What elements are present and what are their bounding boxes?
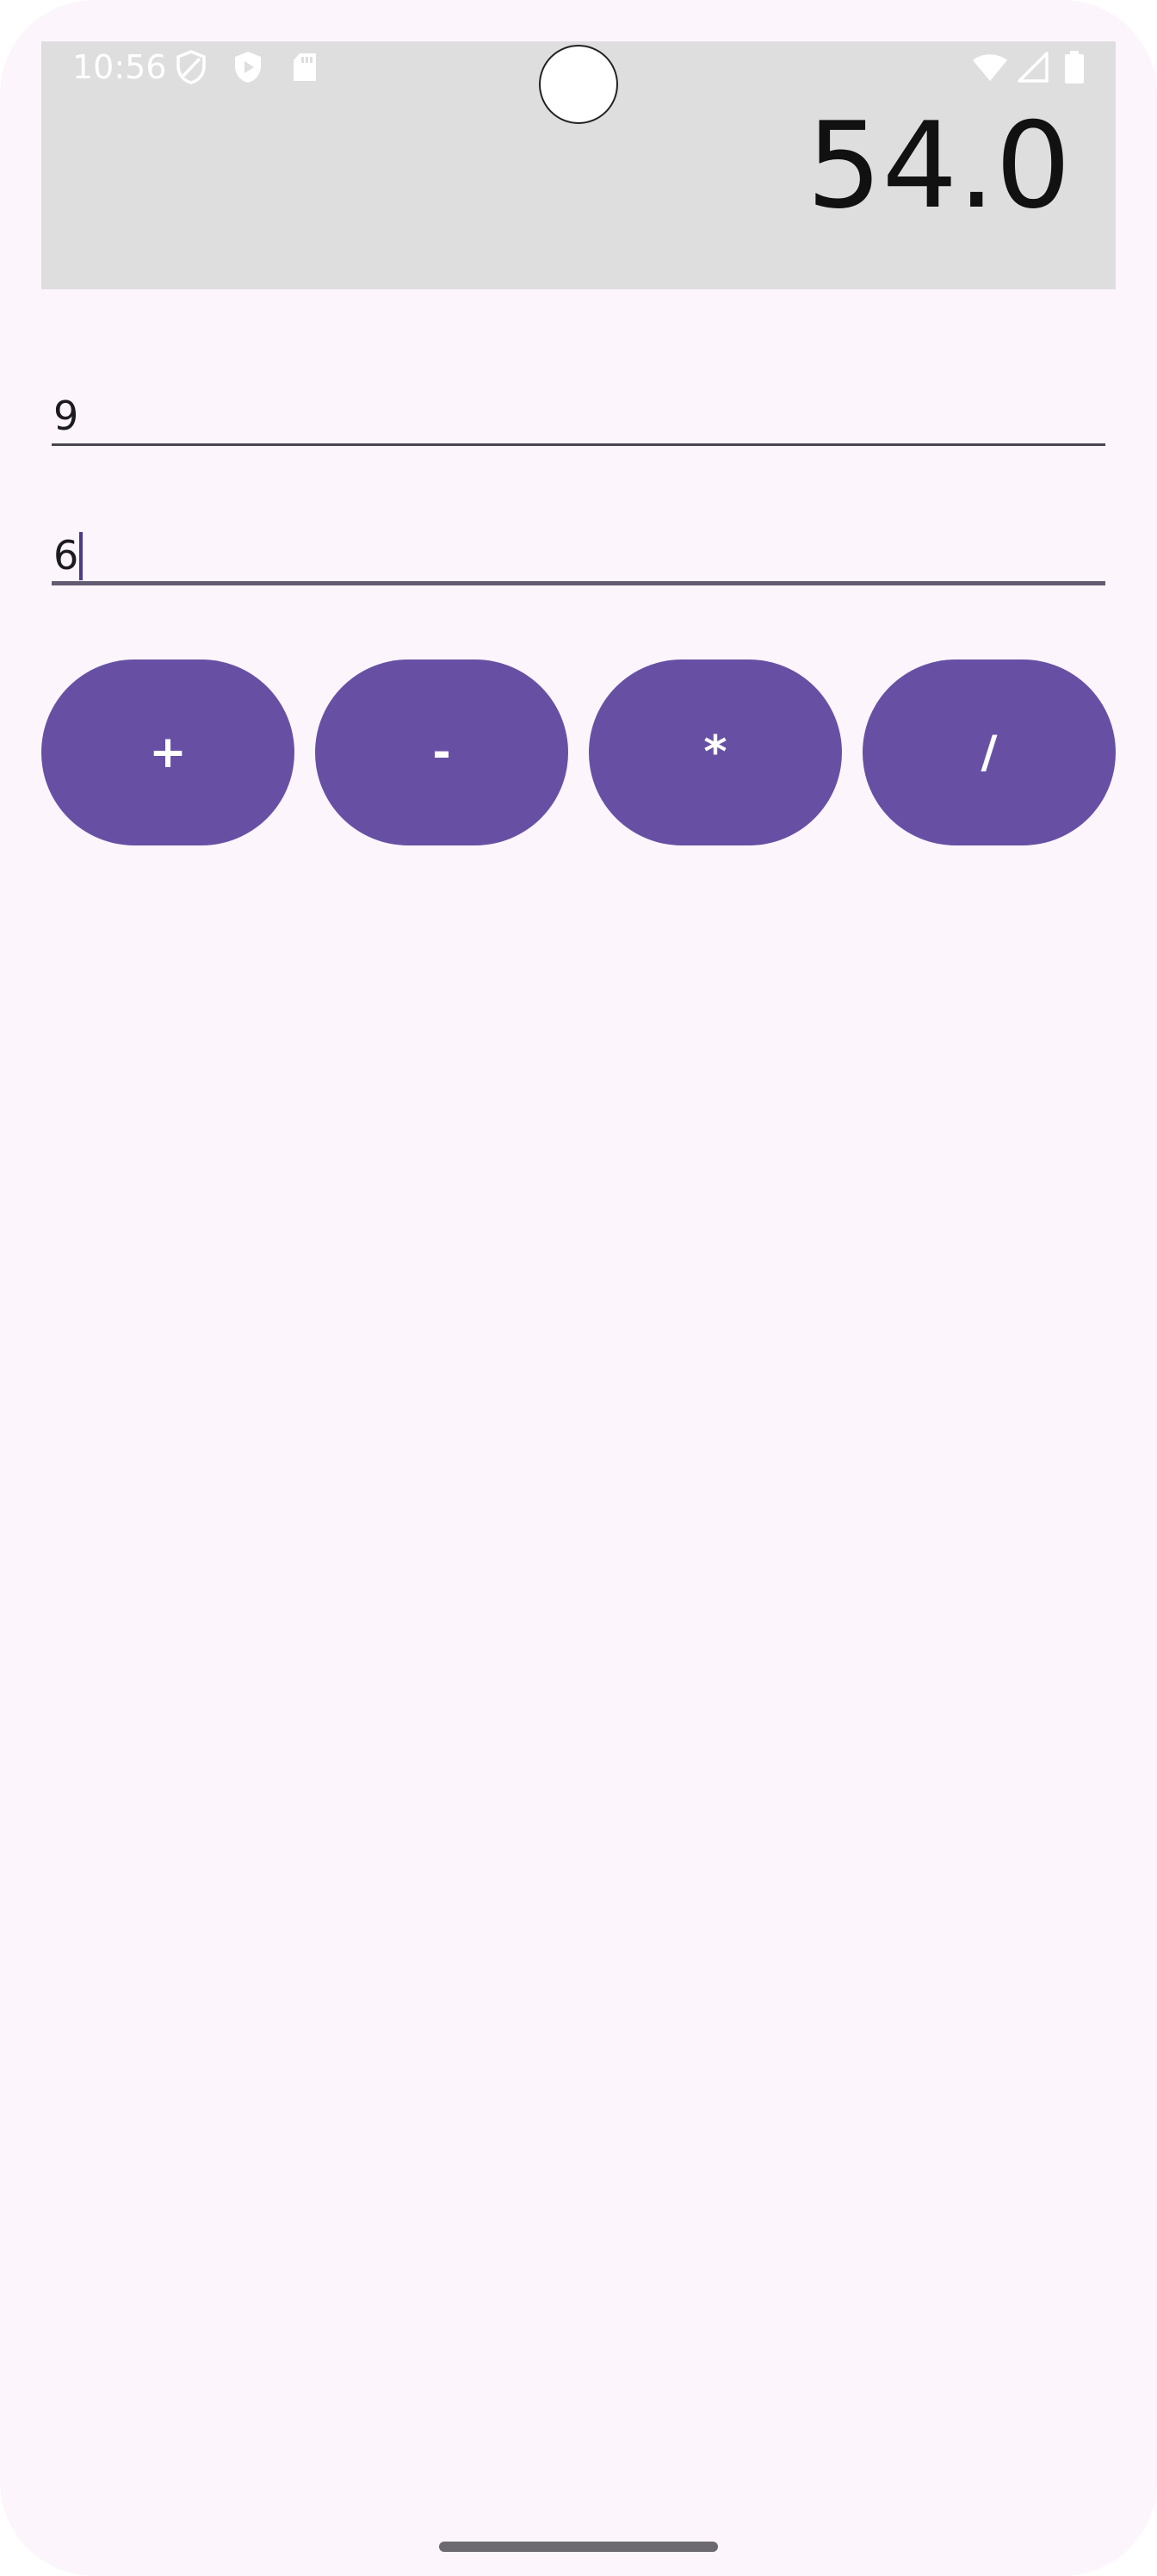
- status-time: 10:56: [72, 48, 167, 86]
- first-number-field[interactable]: 9: [52, 386, 1105, 446]
- battery-icon: [1062, 50, 1086, 84]
- wifi-icon: [971, 50, 1009, 84]
- result-display: 54.0: [806, 96, 1071, 235]
- gesture-home-bar[interactable]: [439, 2542, 718, 2552]
- text-cursor: [79, 532, 83, 580]
- play-protect-icon: [232, 50, 263, 84]
- second-number-underline: [52, 581, 1105, 585]
- multiply-button[interactable]: *: [589, 659, 842, 845]
- first-number-value: 9: [53, 393, 79, 439]
- first-number-underline: [52, 443, 1105, 446]
- second-number-value: 6: [53, 532, 79, 579]
- camera-cutout: [539, 45, 618, 124]
- divide-button[interactable]: /: [863, 659, 1116, 845]
- add-button[interactable]: +: [41, 659, 294, 845]
- app-screen: 10:56 54.0 9 6 + - * /: [0, 0, 1157, 2576]
- subtract-button[interactable]: -: [315, 659, 568, 845]
- signal-icon: [1016, 50, 1050, 84]
- shield-outline-icon: [176, 50, 207, 84]
- second-number-field[interactable]: 6: [52, 525, 1105, 585]
- sd-card-icon: [289, 50, 320, 84]
